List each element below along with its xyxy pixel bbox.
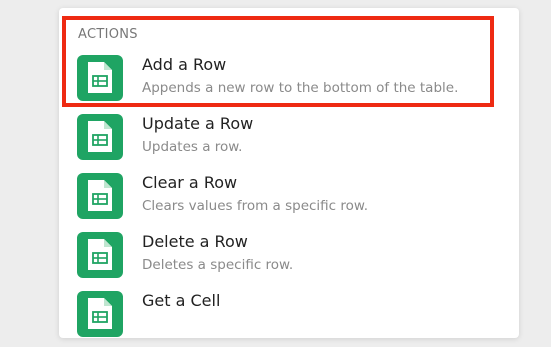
action-title: Clear a Row [142, 173, 238, 192]
google-sheets-icon [77, 232, 123, 278]
action-title: Delete a Row [142, 232, 248, 251]
google-sheets-icon [77, 291, 123, 337]
action-description: Updates a row. [142, 139, 243, 155]
action-item-update-a-row[interactable]: Update a Row Updates a row. [60, 114, 518, 170]
action-item-delete-a-row[interactable]: Delete a Row Deletes a specific row. [60, 232, 518, 288]
google-sheets-icon [77, 173, 123, 219]
action-title: Update a Row [142, 114, 254, 133]
google-sheets-icon [77, 114, 123, 160]
action-item-clear-a-row[interactable]: Clear a Row Clears values from a specifi… [60, 173, 518, 229]
action-title: Add a Row [142, 55, 227, 74]
action-description: Appends a new row to the bottom of the t… [142, 80, 459, 96]
action-description: Deletes a specific row. [142, 257, 294, 273]
google-sheets-icon [77, 55, 123, 101]
action-item-get-a-cell[interactable]: Get a Cell [60, 291, 518, 347]
action-item-add-a-row[interactable]: Add a Row Appends a new row to the botto… [60, 55, 518, 111]
action-title: Get a Cell [142, 291, 221, 310]
section-header-actions: ACTIONS [78, 27, 138, 42]
action-description: Clears values from a specific row. [142, 198, 369, 214]
